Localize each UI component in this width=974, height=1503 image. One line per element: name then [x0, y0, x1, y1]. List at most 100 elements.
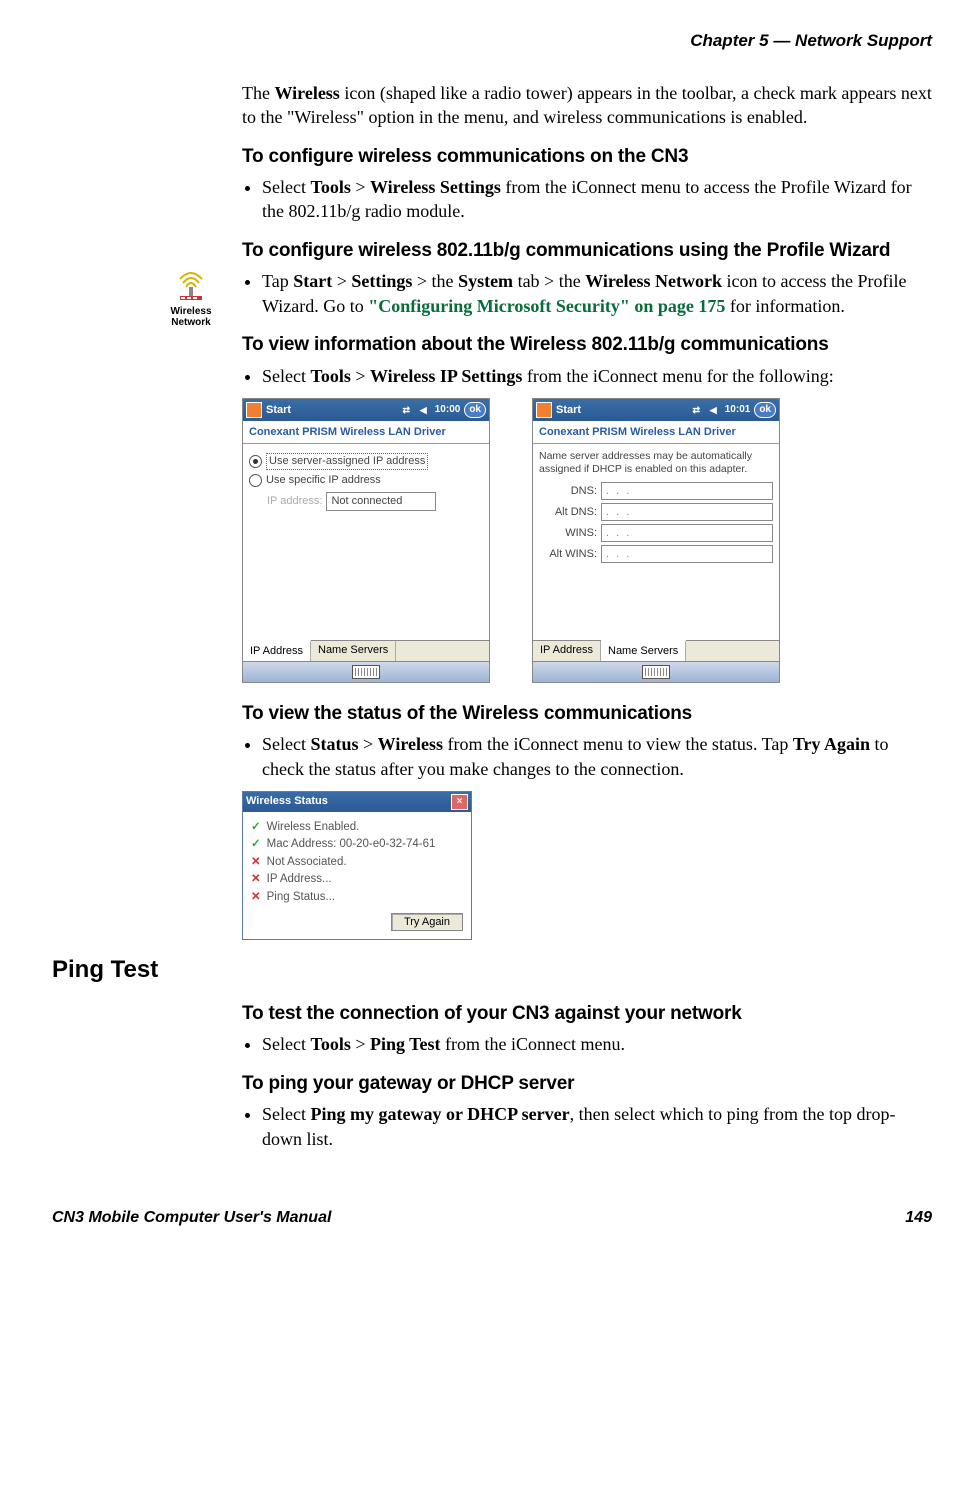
status-text: IP Address...	[267, 872, 332, 888]
text: from the iConnect menu for the following…	[522, 366, 833, 386]
pda-titlebar: Start ⇄ ◀ 10:01 ok	[533, 399, 779, 421]
radio-label: Use server-assigned IP address	[266, 453, 428, 470]
cross-reference-link[interactable]: "Configuring Microsoft Security" on page…	[368, 296, 725, 316]
status-text: Mac Address: 00-20-e0-32-74-61	[267, 837, 436, 853]
procedure-heading: To configure wireless 802.11b/g communic…	[242, 238, 932, 264]
tab-name-servers[interactable]: Name Servers	[311, 641, 396, 661]
check-icon: ✓	[251, 837, 261, 853]
wins-field[interactable]: . . .	[601, 524, 773, 542]
text: Select	[262, 734, 310, 754]
ok-button[interactable]: ok	[754, 402, 776, 418]
tab-ip-address[interactable]: IP Address	[533, 641, 601, 661]
text: from the iConnect menu.	[441, 1034, 625, 1054]
text: > the	[412, 271, 458, 291]
text-bold: Wireless IP Settings	[370, 366, 522, 386]
wireless-network-icon: Wireless Network	[156, 269, 226, 328]
text-bold: Ping my gateway or DHCP server	[310, 1104, 569, 1124]
procedure-heading: To test the connection of your CN3 again…	[242, 1001, 932, 1027]
list-item: Select Tools > Wireless Settings from th…	[262, 175, 932, 224]
radio-selected-icon	[249, 455, 262, 468]
radio-label: Use specific IP address	[266, 473, 381, 488]
status-titlebar: Wireless Status ×	[243, 792, 471, 812]
text: >	[351, 1034, 370, 1054]
list-item: Select Tools > Ping Test from the iConne…	[262, 1032, 932, 1056]
text-bold: Wireless	[378, 734, 443, 754]
close-icon[interactable]: ×	[451, 794, 468, 810]
start-label: Start	[266, 403, 291, 418]
text: >	[332, 271, 351, 291]
alt-dns-label: Alt DNS:	[539, 505, 597, 520]
tab-ip-address[interactable]: IP Address	[243, 640, 311, 661]
text-bold: Wireless	[274, 83, 339, 103]
start-flag-icon	[536, 402, 552, 418]
status-text: Not Associated.	[267, 855, 347, 871]
status-text: Wireless Enabled.	[267, 820, 360, 836]
text: >	[351, 177, 370, 197]
ok-button[interactable]: ok	[464, 402, 486, 418]
wireless-status-window: Wireless Status × ✓ Wireless Enabled. ✓ Ma…	[242, 791, 472, 941]
driver-title: Conexant PRISM Wireless LAN Driver	[533, 421, 779, 444]
list-item: Tap Start > Settings > the System tab > …	[262, 269, 932, 318]
procedure-heading: To ping your gateway or DHCP server	[242, 1071, 932, 1097]
pda-input-panel-bar	[243, 661, 489, 682]
ip-address-field: Not connected	[326, 492, 436, 511]
text-bold: System	[458, 271, 513, 291]
pda-input-panel-bar	[533, 661, 779, 682]
keyboard-icon[interactable]	[642, 665, 670, 679]
start-label: Start	[556, 403, 581, 418]
procedure-heading: To configure wireless communications on …	[242, 144, 932, 170]
dns-label: DNS:	[539, 484, 597, 499]
text: >	[351, 366, 370, 386]
check-icon: ✓	[251, 820, 261, 836]
text-bold: Ping Test	[370, 1034, 441, 1054]
alt-wins-label: Alt WINS:	[539, 547, 597, 562]
tab-name-servers[interactable]: Name Servers	[601, 640, 686, 661]
text-bold: Start	[293, 271, 332, 291]
text-bold: Tools	[310, 366, 350, 386]
text: from the iConnect menu to view the statu…	[443, 734, 793, 754]
connectivity-icon: ⇄	[399, 403, 414, 416]
keyboard-icon[interactable]	[352, 665, 380, 679]
radio-specific-ip[interactable]: Use specific IP address	[249, 473, 483, 488]
status-title: Wireless Status	[246, 794, 328, 809]
x-icon: ✕	[251, 872, 261, 888]
status-text: Ping Status...	[267, 890, 335, 906]
text: Select	[262, 1034, 310, 1054]
screenshot-name-servers-tab: Start ⇄ ◀ 10:01 ok Conexant PRISM Wirele…	[532, 398, 780, 683]
pda-titlebar: Start ⇄ ◀ 10:00 ok	[243, 399, 489, 421]
screenshot-ip-address-tab: Start ⇄ ◀ 10:00 ok Conexant PRISM Wirele…	[242, 398, 490, 683]
list-item: Select Status > Wireless from the iConne…	[262, 732, 932, 781]
text: Select	[262, 366, 310, 386]
icon-label-line1: Wireless	[156, 306, 226, 317]
driver-title: Conexant PRISM Wireless LAN Driver	[243, 421, 489, 444]
connectivity-icon: ⇄	[689, 403, 704, 416]
procedure-heading: To view the status of the Wireless commu…	[242, 701, 932, 727]
radio-server-assigned[interactable]: Use server-assigned IP address	[249, 453, 483, 470]
text: Tap	[262, 271, 293, 291]
dns-field[interactable]: . . .	[601, 482, 773, 500]
text-bold: Tools	[310, 1034, 350, 1054]
ip-address-label: IP address:	[267, 494, 322, 509]
intro-paragraph: The Wireless icon (shaped like a radio t…	[242, 81, 932, 130]
start-flag-icon	[246, 402, 262, 418]
text-bold: Tools	[310, 177, 350, 197]
alt-wins-field[interactable]: . . .	[601, 545, 773, 563]
alt-dns-field[interactable]: . . .	[601, 503, 773, 521]
text: for information.	[725, 296, 844, 316]
icon-label-line2: Network	[156, 317, 226, 328]
text: Select	[262, 177, 310, 197]
text-bold: Try Again	[793, 734, 870, 754]
text: tab > the	[513, 271, 585, 291]
running-header: Chapter 5 — Network Support	[52, 30, 932, 53]
try-again-button[interactable]: Try Again	[391, 913, 463, 931]
text-bold: Wireless Settings	[370, 177, 501, 197]
x-icon: ✕	[251, 855, 261, 871]
x-icon: ✕	[251, 890, 261, 906]
text-bold: Settings	[351, 271, 412, 291]
clock-time: 10:01	[725, 403, 751, 417]
clock-time: 10:00	[435, 403, 461, 417]
text: Select	[262, 1104, 310, 1124]
list-item: Select Tools > Wireless IP Settings from…	[262, 364, 932, 388]
text: The	[242, 83, 274, 103]
list-item: Select Ping my gateway or DHCP server, t…	[262, 1102, 932, 1151]
